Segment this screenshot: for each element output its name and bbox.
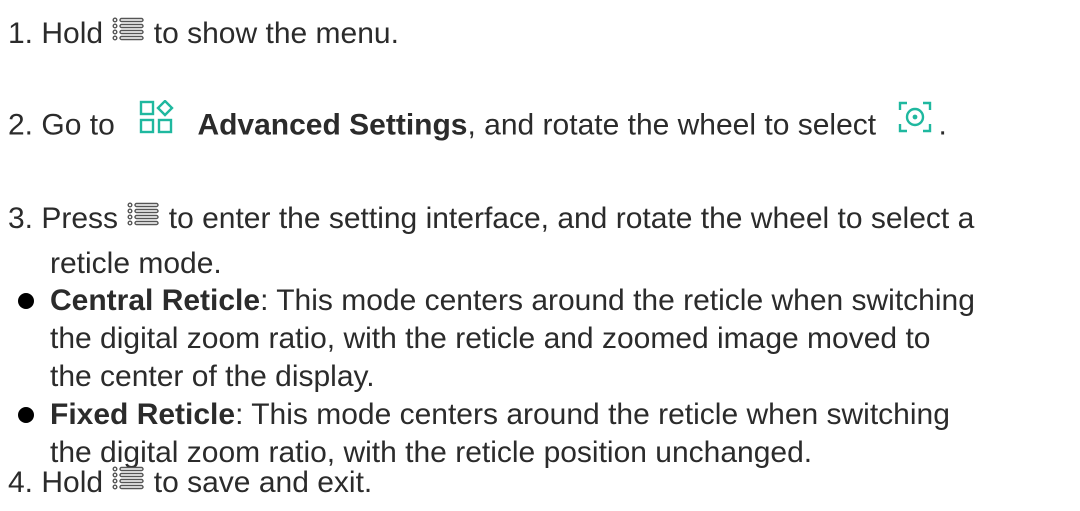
reticle-focus-icon — [898, 101, 932, 146]
step-text: Press — [41, 202, 119, 235]
step-text: reticle mode. — [50, 247, 222, 281]
step-number: 1. — [8, 17, 34, 50]
step-1: 1. Hold to show the menu. — [8, 12, 1072, 57]
step-number: 2. — [8, 108, 34, 142]
advanced-settings-label: Advanced Settings — [197, 108, 468, 142]
advanced-settings-icon — [139, 99, 175, 147]
step-3: 3. Press to enter the setting interface,… — [8, 197, 1068, 286]
bullet-dot — [18, 293, 34, 309]
step-text: to enter the setting interface, and rota… — [168, 202, 975, 235]
bullet-text: This mode centers around the reticle whe… — [243, 398, 950, 431]
bullet-text: This mode centers around the reticle whe… — [268, 284, 975, 317]
step-text: Hold — [41, 17, 104, 50]
bullet-title: Central Reticle — [50, 284, 261, 317]
bullet-text: the digital zoom ratio, with the reticle… — [50, 322, 931, 355]
reticle-mode-list: Central Reticle: This mode centers aroun… — [18, 282, 1068, 472]
menu-button-icon — [126, 195, 160, 239]
step-4: 4. Hold to save and exit. — [8, 461, 1072, 506]
step-number: 3. — [8, 202, 34, 235]
bullet-title: Fixed Reticle — [50, 398, 236, 431]
step-text: Go to — [41, 108, 115, 142]
list-item: Central Reticle: This mode centers aroun… — [18, 282, 1068, 396]
step-text: to show the menu. — [153, 17, 399, 50]
menu-button-icon — [111, 459, 145, 503]
step-2: 2. Go to Advanced Settings, and rotate t… — [8, 99, 1072, 150]
menu-button-icon — [111, 10, 145, 54]
step-text: , and rotate the wheel to select — [467, 108, 877, 142]
step-text: Hold — [41, 466, 104, 499]
bullet-dot — [18, 407, 34, 423]
step-text: . — [938, 108, 947, 142]
step-number: 4. — [8, 466, 34, 499]
step-text: to save and exit. — [153, 466, 373, 499]
bullet-text: the center of the display. — [50, 360, 375, 393]
